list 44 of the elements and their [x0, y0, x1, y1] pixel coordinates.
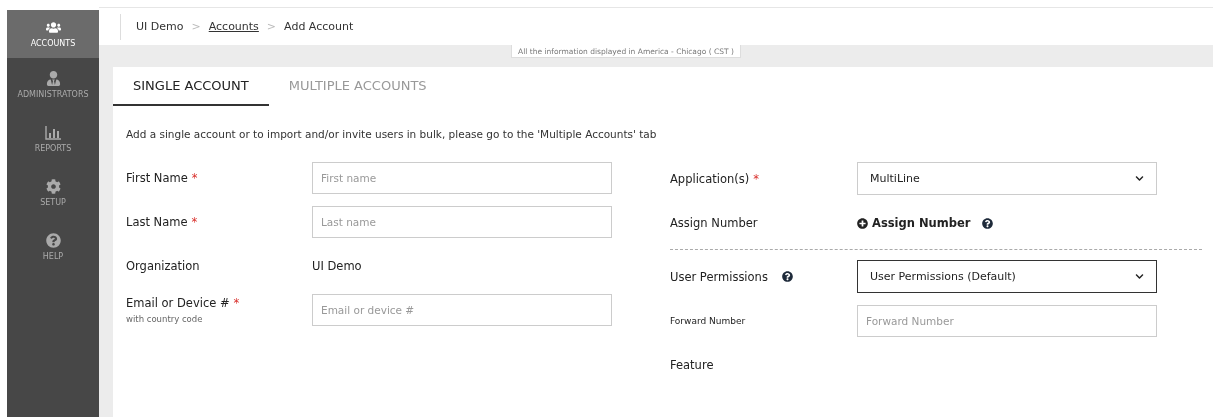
organization-value: UI Demo: [312, 259, 363, 273]
tab[interactable]: SINGLE ACCOUNT: [113, 67, 269, 106]
chevron-down-icon: [1135, 174, 1144, 183]
breadcrumb-separator: >: [266, 20, 277, 33]
text-input[interactable]: Last name: [312, 206, 612, 238]
bar-chart-icon: [45, 125, 61, 140]
required-mark: *: [753, 171, 759, 186]
sidebar-item[interactable]: SETUP: [7, 166, 99, 220]
field-label: Email or Device #: [126, 296, 230, 310]
intro-text: Add a single account or to import and/or invite users in bulk, please go to the 'Multiple Accounts' tab: [126, 128, 658, 140]
field-hint: with country code: [126, 314, 204, 324]
help-icon: [45, 233, 61, 248]
text-input[interactable]: Email or device #: [312, 294, 612, 326]
field-label: Forward Number: [670, 316, 746, 326]
breadcrumb-text: UI Demo: [136, 20, 184, 33]
users-icon: [45, 20, 61, 35]
gear-icon: [45, 179, 61, 194]
breadcrumb-separator: >: [191, 20, 201, 33]
sidebar-item[interactable]: HELP: [7, 220, 99, 274]
text-input[interactable]: Forward Number: [857, 305, 1157, 337]
sidebar-item[interactable]: REPORTS: [7, 112, 99, 166]
dropdown[interactable]: MultiLine: [857, 162, 1157, 195]
chevron-down-icon: [1135, 272, 1144, 281]
required-mark: *: [233, 296, 240, 310]
help-icon[interactable]: [982, 217, 994, 229]
breadcrumb-link[interactable]: Accounts: [208, 20, 259, 33]
assign-number-link[interactable]: Assign Number: [857, 216, 971, 230]
field-label: Last Name: [126, 215, 188, 229]
required-mark: *: [191, 171, 198, 185]
tab[interactable]: MULTIPLE ACCOUNTS: [268, 67, 447, 106]
help-icon[interactable]: [781, 271, 793, 282]
field-label: Assign Number: [670, 216, 758, 230]
person-icon: [45, 71, 61, 86]
field-label: First Name: [126, 171, 188, 185]
field-label: Organization: [126, 259, 200, 273]
field-label: Application(s): [670, 171, 750, 186]
sidebar-item[interactable]: ACCOUNTS: [7, 10, 99, 58]
required-mark: *: [191, 215, 198, 229]
text-input[interactable]: First name: [312, 162, 612, 194]
field-label: Feature: [670, 358, 714, 372]
field-label: User Permissions: [670, 269, 768, 284]
breadcrumb-text: Add Account: [284, 20, 354, 33]
sidebar-item[interactable]: ADMINISTRATORS: [7, 58, 99, 112]
dropdown[interactable]: User Permissions (Default): [857, 260, 1157, 293]
